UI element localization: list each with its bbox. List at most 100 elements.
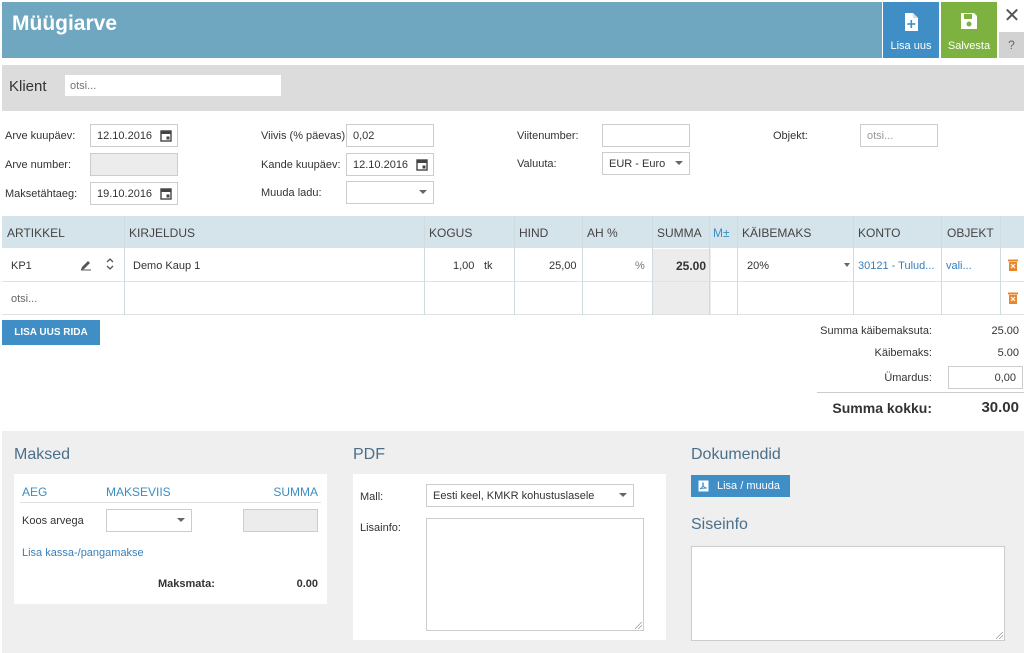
row-summa-cell — [653, 282, 711, 314]
internal-info-textarea[interactable] — [691, 546, 1005, 641]
add-new-label: Lisa uus — [890, 40, 932, 52]
net-total-label: Summa käibemaksuta: — [820, 325, 932, 337]
invoice-page: Müügiarve Lisa uus Salvesta ✕ ? Klient A… — [0, 0, 1024, 653]
col-ah: AH % — [587, 226, 618, 240]
documents-title: Dokumendid — [691, 446, 781, 463]
chevron-down-icon — [419, 190, 427, 194]
penalty-label: Viivis (% päevas): — [261, 130, 349, 142]
col-divider — [582, 216, 583, 315]
row-ah[interactable]: % — [635, 260, 645, 272]
resize-handle-icon[interactable] — [996, 632, 1003, 639]
chevron-down-icon — [177, 518, 185, 522]
add-row-button[interactable]: LISA UUS RIDA — [2, 320, 100, 345]
payments-col-date: AEG — [22, 485, 48, 499]
unpaid-label: Maksmata: — [158, 578, 215, 590]
row-kogus[interactable]: 1,00 — [453, 260, 474, 272]
col-konto: KONTO — [858, 226, 901, 240]
pdf-template-value: Eesti keel, KMKR kohustuslasele — [433, 490, 595, 502]
resize-handle-icon[interactable] — [635, 622, 642, 629]
row-unit: tk — [484, 260, 493, 272]
help-button[interactable]: ? — [999, 32, 1024, 58]
col-kirjeldus: KIRJELDUS — [129, 226, 196, 240]
reference-label: Viitenumber: — [517, 130, 579, 142]
save-label: Salvesta — [947, 40, 991, 52]
sort-icon[interactable] — [106, 257, 114, 271]
payment-method-select[interactable] — [106, 509, 192, 532]
reference-field[interactable] — [602, 124, 690, 147]
pdf-extra-label: Lisainfo: — [360, 522, 401, 534]
due-date-field[interactable]: 19.10.2016 — [90, 182, 178, 205]
col-summa: SUMMA — [657, 226, 702, 240]
client-search-input[interactable] — [65, 75, 281, 96]
row-kaibemaks[interactable]: 20% — [747, 260, 769, 272]
col-mpm[interactable]: M± — [713, 226, 730, 240]
col-divider — [124, 216, 125, 315]
payments-divider — [20, 502, 321, 503]
page-title: Müügiarve — [12, 12, 118, 35]
col-divider — [737, 216, 738, 315]
calendar-icon[interactable] — [416, 158, 428, 171]
col-artikkel: ARTIKKEL — [7, 226, 65, 240]
pdf-extra-textarea[interactable] — [426, 518, 644, 631]
save-icon — [961, 13, 977, 29]
invoice-date-value: 12.10.2016 — [97, 130, 153, 142]
table-row: KP1 Demo Kaup 1 1,00 tk 25,00 % 25.00 20… — [2, 249, 1024, 282]
pencil-icon[interactable] — [80, 259, 92, 271]
invoice-number-field[interactable] — [90, 153, 178, 176]
invoice-number-label: Arve number: — [5, 159, 72, 171]
entry-date-field[interactable]: 12.10.2016 — [346, 153, 434, 176]
row-hind[interactable]: 25,00 — [549, 260, 577, 272]
table-header: ARTIKKEL KIRJELDUS KOGUS HIND AH % SUMMA… — [2, 216, 1024, 248]
rounding-value: 0,00 — [994, 372, 1016, 384]
calendar-icon[interactable] — [160, 187, 172, 200]
trash-icon[interactable] — [1007, 291, 1019, 305]
rounding-label: Ümardus: — [884, 372, 932, 384]
vat-total-label: Käibemaks: — [874, 347, 932, 359]
calendar-icon[interactable] — [160, 129, 172, 142]
documents-edit-label: Lisa / muuda — [717, 480, 780, 492]
object-placeholder: otsi... — [867, 130, 894, 142]
row-kirjeldus[interactable]: Demo Kaup 1 — [133, 260, 200, 272]
pdf-template-select[interactable]: Eesti keel, KMKR kohustuslasele — [426, 484, 634, 507]
add-new-button[interactable]: Lisa uus — [883, 2, 939, 58]
invoice-date-field[interactable]: 12.10.2016 — [90, 124, 178, 147]
due-date-label: Maksetähtaeg: — [5, 188, 78, 200]
row-objekt[interactable]: vali... — [946, 260, 972, 272]
chevron-down-icon[interactable] — [844, 263, 850, 267]
vat-total-value: 5.00 — [997, 347, 1019, 359]
net-total-value: 25.00 — [991, 325, 1019, 337]
save-button[interactable]: Salvesta — [941, 2, 997, 58]
internal-info-title: Siseinfo — [691, 516, 748, 533]
penalty-field[interactable]: 0,02 — [346, 124, 434, 147]
penalty-value: 0,02 — [353, 130, 375, 142]
unpaid-value: 0.00 — [296, 578, 318, 590]
client-bar: Klient — [2, 65, 1024, 111]
row-artikkel[interactable]: KP1 — [11, 260, 32, 272]
trash-icon[interactable] — [1007, 258, 1019, 272]
rounding-field[interactable]: 0,00 — [948, 366, 1023, 389]
add-payment-link[interactable]: Lisa kassa-/pangamakse — [22, 547, 144, 559]
currency-value: EUR - Euro — [609, 158, 666, 170]
close-icon[interactable]: ✕ — [1002, 4, 1022, 28]
documents-edit-button[interactable]: Lisa / muuda — [691, 475, 790, 497]
pdf-file-icon — [698, 480, 709, 492]
add-document-icon — [905, 13, 918, 31]
object-search-field[interactable]: otsi... — [860, 124, 938, 147]
payment-sum-field[interactable] — [243, 509, 318, 532]
payment-row-label: Koos arvega — [22, 515, 84, 527]
col-divider — [424, 216, 425, 315]
table-row: otsi... — [2, 282, 1024, 315]
col-objekt: OBJEKT — [947, 226, 994, 240]
col-divider — [1000, 216, 1001, 315]
payments-col-method: MAKSEVIIS — [106, 485, 171, 499]
payments-col-sum: SUMMA — [273, 485, 318, 499]
new-row-search[interactable]: otsi... — [11, 293, 37, 305]
col-kaibemaks: KÄIBEMAKS — [742, 226, 812, 240]
grand-total-label: Summa kokku: — [832, 400, 932, 416]
pdf-panel: Mall: Eesti keel, KMKR kohustuslasele Li… — [353, 474, 666, 640]
page-header: Müügiarve — [2, 2, 882, 58]
currency-select[interactable]: EUR - Euro — [602, 152, 690, 175]
warehouse-select[interactable] — [346, 181, 434, 204]
col-kogus: KOGUS — [429, 226, 473, 240]
row-konto[interactable]: 30121 - Tulud... — [858, 260, 934, 272]
